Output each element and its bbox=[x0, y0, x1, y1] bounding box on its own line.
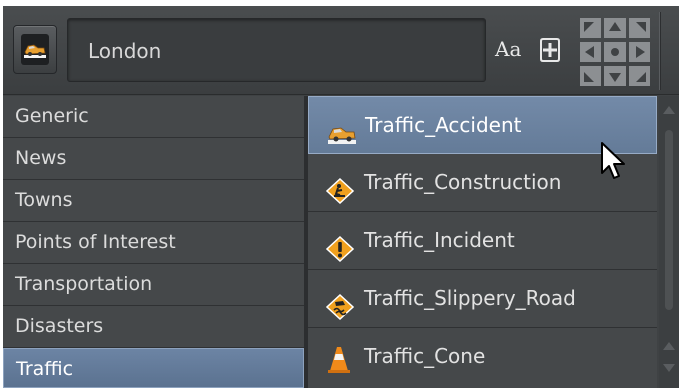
add-button[interactable] bbox=[539, 37, 561, 63]
scroll-up-arrow-icon[interactable] bbox=[663, 342, 675, 350]
type-item-traffic-cone[interactable]: Traffic_Cone bbox=[308, 328, 657, 388]
category-item-traffic[interactable]: Traffic bbox=[3, 348, 304, 388]
scroll-up-arrow-icon[interactable] bbox=[663, 106, 675, 114]
toolbar-separator bbox=[659, 12, 661, 90]
toolbar: Aa bbox=[3, 6, 679, 95]
type-label: Traffic_Incident bbox=[364, 228, 515, 252]
type-label: Traffic_Accident bbox=[365, 113, 522, 137]
slippery-road-sign-icon bbox=[325, 285, 355, 321]
scroll-down-arrow-icon[interactable] bbox=[663, 364, 675, 372]
type-item-traffic-slippery-road[interactable]: Traffic_Slippery_Road bbox=[308, 270, 657, 328]
search-input[interactable] bbox=[88, 39, 468, 63]
type-label: Traffic_Slippery_Road bbox=[364, 286, 576, 310]
map-label-picker-panel: Aa bbox=[3, 6, 679, 388]
category-item-towns[interactable]: Towns bbox=[3, 180, 304, 222]
anchor-position-pad[interactable] bbox=[580, 18, 650, 86]
category-item-points-of-interest[interactable]: Points of Interest bbox=[3, 222, 304, 264]
category-item-transportation[interactable]: Transportation bbox=[3, 264, 304, 306]
plus-icon bbox=[540, 38, 560, 62]
mouse-cursor-icon bbox=[601, 142, 625, 179]
category-list: Generic News Towns Points of Interest Tr… bbox=[3, 96, 304, 388]
font-button[interactable]: Aa bbox=[495, 37, 531, 63]
car-crash-icon bbox=[21, 34, 49, 65]
type-list: Traffic_Accident Traffic_Construction Tr… bbox=[308, 96, 657, 388]
warning-sign-icon bbox=[325, 227, 355, 263]
category-item-generic[interactable]: Generic bbox=[3, 96, 304, 138]
category-icon-button[interactable] bbox=[13, 25, 57, 74]
type-label: Traffic_Construction bbox=[364, 170, 562, 194]
type-list-scrollbar[interactable] bbox=[659, 96, 679, 388]
search-box[interactable] bbox=[67, 18, 486, 82]
category-item-disasters[interactable]: Disasters bbox=[3, 306, 304, 348]
car-crash-icon bbox=[327, 112, 356, 144]
scroll-thumb[interactable] bbox=[665, 130, 673, 310]
type-item-traffic-incident[interactable]: Traffic_Incident bbox=[308, 212, 657, 270]
category-item-news[interactable]: News bbox=[3, 138, 304, 180]
traffic-cone-icon bbox=[326, 340, 354, 373]
type-label: Traffic_Cone bbox=[364, 344, 486, 368]
construction-sign-icon bbox=[325, 169, 355, 205]
